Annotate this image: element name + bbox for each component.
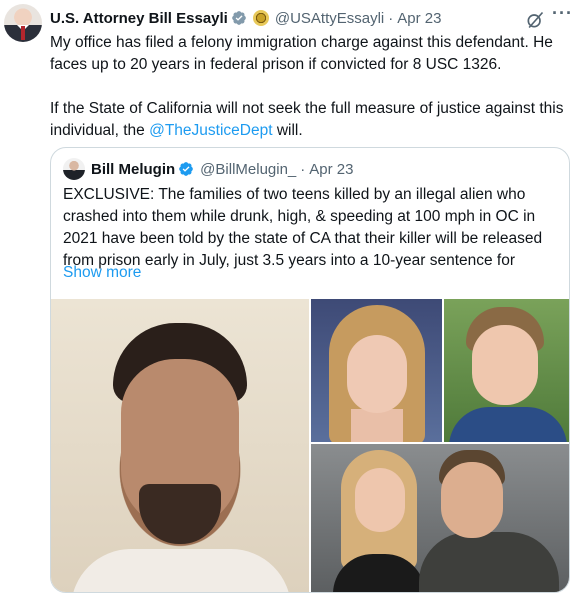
verified-badge-icon: [179, 162, 194, 176]
media-grid: [51, 299, 569, 592]
photo-victim-boy[interactable]: [444, 299, 569, 442]
tweet-timestamp[interactable]: Apr 23: [397, 10, 441, 27]
tweet-paragraph-2: If the State of California will not seek…: [50, 98, 575, 142]
photo-victims-together[interactable]: [311, 444, 569, 592]
photo-detail: [419, 532, 559, 592]
author-avatar[interactable]: [4, 4, 42, 42]
photo-detail: [351, 409, 403, 442]
photo-detail: [71, 549, 291, 592]
photo-detail: [355, 468, 405, 532]
quoted-author-handle: @BillMelugin_: [200, 160, 297, 178]
paragraph-2-text: If the State of California will not seek…: [50, 100, 564, 139]
quoted-tweet-timestamp: Apr 23: [309, 160, 354, 178]
quoted-tweet-header: Bill Melugin @BillMelugin_ · Apr 23: [63, 158, 353, 180]
photo-detail: [139, 484, 221, 544]
quoted-tweet[interactable]: Bill Melugin @BillMelugin_ · Apr 23 EXCL…: [50, 147, 570, 593]
paragraph-2-end: will.: [272, 122, 303, 139]
author-name[interactable]: U.S. Attorney Bill Essayli: [50, 10, 228, 27]
photo-victim-girl[interactable]: [311, 299, 442, 442]
more-options-icon[interactable]: ···: [552, 4, 580, 28]
quoted-tweet-text: EXCLUSIVE: The families of two teens kil…: [63, 186, 543, 269]
quoted-author-name: Bill Melugin: [91, 160, 176, 178]
tweet-header: U.S. Attorney Bill Essayli @USAttyEssayl…: [50, 7, 441, 29]
author-handle[interactable]: @USAttyEssayli: [275, 10, 384, 27]
government-seal-icon: [252, 10, 269, 26]
photo-detail: [449, 407, 567, 442]
grok-icon[interactable]: [525, 10, 545, 30]
mention-link[interactable]: @TheJusticeDept: [149, 122, 272, 139]
photo-defendant[interactable]: [51, 299, 309, 592]
photo-detail: [441, 462, 503, 538]
photo-detail: [472, 325, 538, 405]
separator-dot: ·: [388, 9, 394, 27]
avatar-tie: [21, 26, 25, 40]
show-more-link[interactable]: Show more: [63, 262, 141, 284]
photo-detail: [347, 335, 407, 413]
verified-badge-icon: [232, 11, 246, 25]
quoted-author-avatar: [63, 158, 85, 180]
separator-dot: ·: [300, 160, 306, 178]
tweet-paragraph-1: My office has filed a felony immigration…: [50, 34, 553, 73]
tweet-text: My office has filed a felony immigration…: [50, 32, 575, 142]
